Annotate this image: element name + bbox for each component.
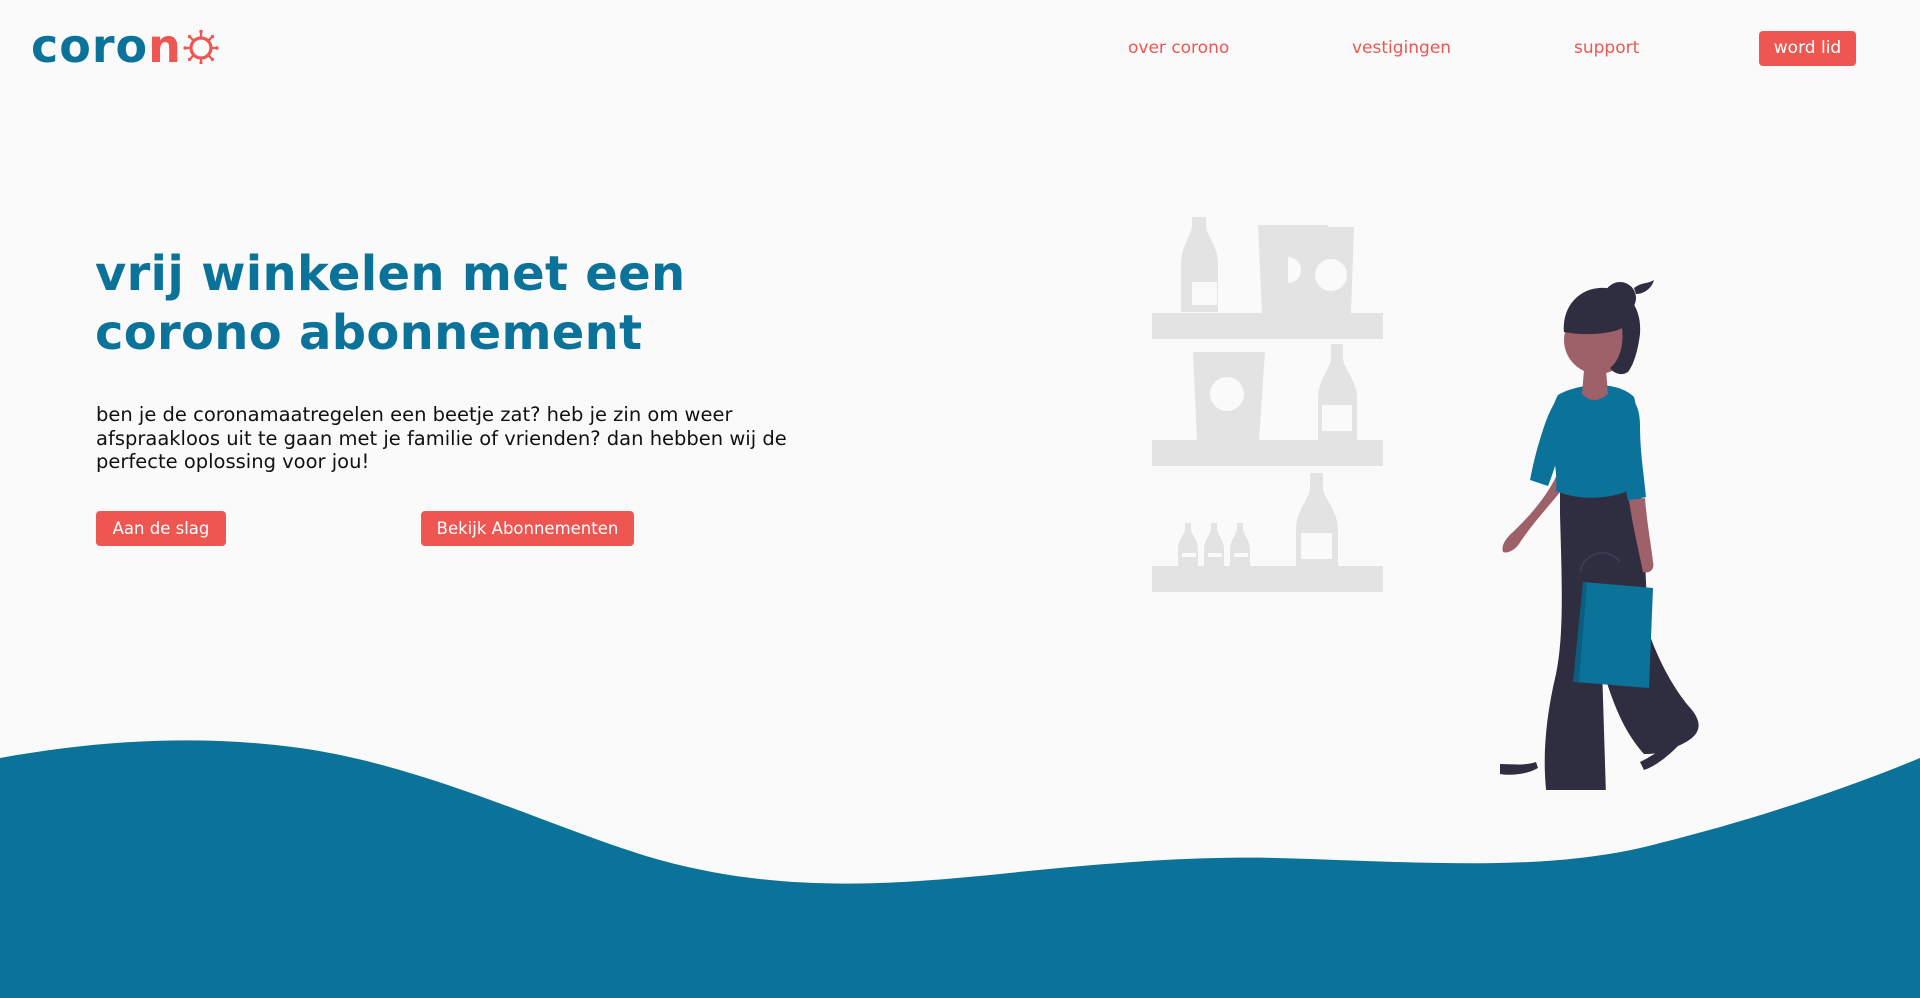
nav-over-corono[interactable]: over corono	[1128, 36, 1229, 60]
nav-vestigingen[interactable]: vestigingen	[1352, 36, 1451, 60]
woman-shopping-icon	[1500, 280, 1699, 790]
hero-title: vrij winkelen met een corono abonnement	[95, 246, 686, 361]
word-lid-button[interactable]: word lid	[1759, 31, 1856, 66]
bekijk-abonnementen-button[interactable]: Bekijk Abonnementen	[421, 511, 634, 546]
shopping-bag-icon	[1573, 582, 1653, 688]
shopping-illustration	[1152, 217, 1699, 790]
nav-support[interactable]: support	[1574, 36, 1639, 60]
landing-page: coro n over corono vestigingen support w…	[0, 0, 1920, 998]
logo-text: coro	[31, 19, 149, 73]
aan-de-slag-button[interactable]: Aan de slag	[96, 511, 226, 546]
hero-description: ben je de coronamaatregelen een beetje z…	[96, 403, 787, 473]
logo[interactable]: coro n	[31, 18, 219, 74]
virus-o-icon	[183, 29, 219, 64]
store-shelves-icon	[1152, 217, 1383, 592]
logo-accent-letter: n	[148, 19, 182, 73]
